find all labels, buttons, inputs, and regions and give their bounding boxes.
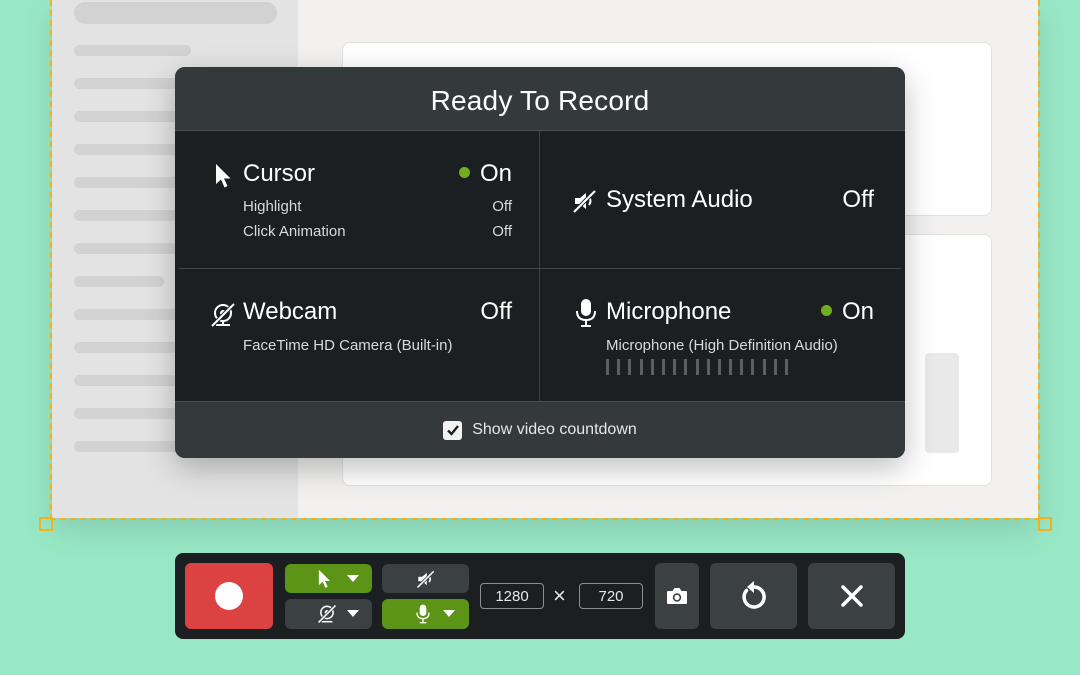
microphone-icon: [576, 299, 596, 327]
cursor-toggle-button[interactable]: [285, 564, 372, 593]
on-indicator-dot: [458, 167, 470, 179]
meter-bar: [762, 359, 766, 375]
microphone-icon: [415, 604, 430, 624]
countdown-label[interactable]: Show video countdown: [472, 421, 637, 439]
record-dot-icon: [215, 582, 243, 610]
camera-icon: [667, 588, 687, 604]
meter-bar: [706, 359, 710, 375]
sidebar-placeholder-line: [74, 276, 164, 287]
resize-handle-bottom-right[interactable]: [1038, 517, 1052, 531]
screenshot-button[interactable]: [655, 563, 699, 629]
width-input[interactable]: 1280: [480, 583, 544, 609]
audio-muted-icon: [572, 189, 597, 214]
restart-button[interactable]: [710, 563, 797, 629]
webcam-label: Webcam: [243, 298, 338, 325]
chevron-down-icon[interactable]: [346, 574, 359, 583]
dimension-separator: ×: [553, 583, 566, 608]
click-animation-label: Click Animation: [243, 223, 346, 240]
system-audio-toggle-button[interactable]: [382, 564, 469, 593]
cursor-status-text: On: [479, 160, 512, 187]
sidebar-placeholder-line: [74, 342, 191, 353]
record-button[interactable]: [185, 563, 273, 629]
microphone-label: Microphone: [606, 298, 732, 325]
meter-bar: [773, 359, 777, 375]
sidebar-placeholder-line: [74, 177, 191, 188]
highlight-label: Highlight: [243, 198, 302, 215]
system-audio-cell[interactable]: System Audio Off: [540, 131, 905, 268]
webcam-off-icon: [210, 302, 236, 328]
panel-footer: Show video countdown: [175, 401, 905, 458]
webcam-off-icon: [316, 604, 337, 624]
webcam-toggle-button[interactable]: [285, 599, 372, 629]
webcam-cell[interactable]: Webcam Off FaceTime HD Camera (Built-in): [175, 269, 539, 401]
webcam-status[interactable]: Off: [480, 298, 512, 326]
height-input[interactable]: 720: [579, 583, 643, 609]
system-audio-label: System Audio: [606, 186, 753, 213]
close-button[interactable]: [808, 563, 895, 629]
cursor-icon: [318, 569, 330, 588]
microphone-toggle-button[interactable]: [382, 599, 469, 629]
highlight-value[interactable]: Off: [492, 198, 512, 215]
meter-bar: [740, 359, 744, 375]
microphone-level-meter: [606, 359, 788, 375]
meter-bar: [729, 359, 733, 375]
background-block: [925, 353, 959, 453]
cursor-status[interactable]: On: [458, 160, 512, 188]
meter-bar: [785, 359, 788, 375]
cursor-icon: [216, 164, 231, 188]
meter-bar: [639, 359, 643, 375]
cursor-cell[interactable]: Cursor On Highlight Off Click Animation …: [175, 131, 539, 268]
panel-header: Ready To Record: [175, 67, 905, 131]
microphone-status[interactable]: On: [820, 298, 874, 326]
sidebar-placeholder-line: [74, 111, 191, 122]
meter-bar: [695, 359, 699, 375]
system-audio-status[interactable]: Off: [842, 186, 874, 214]
countdown-checkbox[interactable]: [443, 420, 463, 440]
microphone-status-text: On: [841, 298, 874, 325]
resize-handle-bottom-left[interactable]: [39, 517, 53, 531]
close-icon: [840, 585, 863, 607]
meter-bar: [606, 359, 609, 375]
cursor-label: Cursor: [243, 160, 316, 187]
sidebar-placeholder-line: [74, 408, 191, 419]
webcam-device[interactable]: FaceTime HD Camera (Built-in): [243, 337, 452, 354]
chevron-down-icon[interactable]: [346, 610, 359, 618]
meter-bar: [751, 359, 755, 375]
meter-bar: [661, 359, 665, 375]
microphone-cell[interactable]: Microphone On Microphone (High Definitio…: [540, 269, 905, 401]
meter-bar: [717, 359, 721, 375]
on-indicator-dot: [820, 305, 832, 317]
click-animation-value[interactable]: Off: [492, 223, 512, 240]
sidebar-placeholder-header: [74, 2, 277, 24]
sidebar-placeholder-line: [74, 243, 191, 254]
ready-to-record-panel: Ready To Record Cursor On Highlight Off …: [175, 67, 905, 458]
recording-toolbar: 1280 × 720: [175, 553, 905, 639]
chevron-down-icon[interactable]: [442, 610, 455, 618]
restart-icon: [741, 581, 766, 609]
checkmark-icon: [446, 425, 459, 436]
microphone-device[interactable]: Microphone (High Definition Audio): [606, 337, 838, 354]
meter-bar: [628, 359, 632, 375]
meter-bar: [673, 359, 677, 375]
meter-bar: [684, 359, 688, 375]
meter-bar: [617, 359, 621, 375]
meter-bar: [650, 359, 654, 375]
audio-muted-icon: [415, 569, 435, 589]
sidebar-placeholder-line: [74, 45, 191, 56]
panel-title: Ready To Record: [430, 84, 650, 116]
